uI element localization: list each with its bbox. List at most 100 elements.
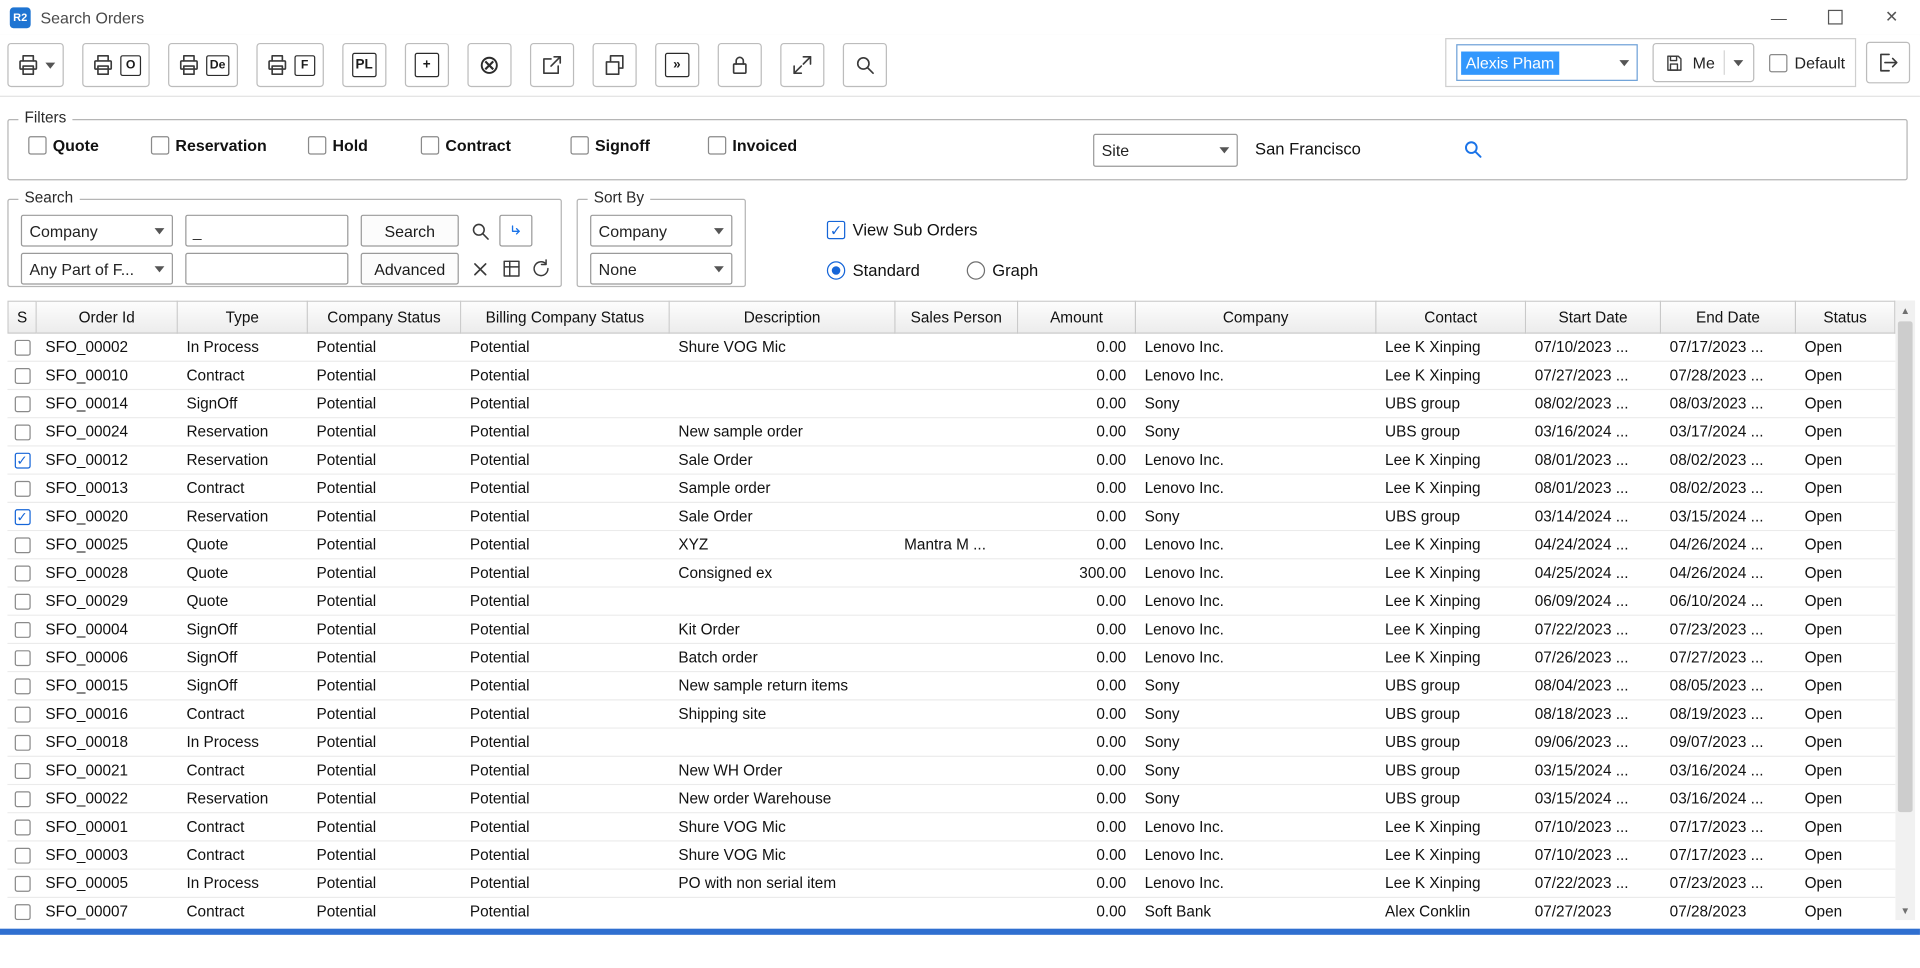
table-row[interactable]: SFO_00002In ProcessPotentialPotentialShu… <box>7 334 1895 362</box>
row-checkbox[interactable] <box>14 762 30 778</box>
row-checkbox[interactable] <box>14 706 30 722</box>
table-row[interactable]: SFO_00018In ProcessPotentialPotential0.0… <box>7 729 1895 757</box>
expand-button[interactable] <box>780 43 824 87</box>
column-header-contact[interactable]: Contact <box>1376 301 1526 334</box>
sort-primary-select[interactable]: Company <box>590 215 732 247</box>
table-row[interactable]: SFO_00007ContractPotentialPotential0.00S… <box>7 898 1895 920</box>
table-row[interactable]: SFO_00025QuotePotentialPotentialXYZMantr… <box>7 531 1895 559</box>
column-header-billing-company-status[interactable]: Billing Company Status <box>461 301 670 334</box>
row-checkbox[interactable]: ✓ <box>14 509 30 525</box>
row-checkbox[interactable]: ✓ <box>14 452 30 468</box>
column-header-company[interactable]: Company <box>1136 301 1376 334</box>
column-header-company-status[interactable]: Company Status <box>308 301 461 334</box>
filter-signoff[interactable]: Signoff <box>570 136 707 154</box>
scroll-up-arrow-icon[interactable]: ▲ <box>1895 301 1915 321</box>
row-checkbox[interactable] <box>14 593 30 609</box>
scroll-down-arrow-icon[interactable]: ▼ <box>1895 900 1915 920</box>
row-checkbox[interactable] <box>14 565 30 581</box>
row-checkbox[interactable] <box>14 537 30 553</box>
column-header-start-date[interactable]: Start Date <box>1526 301 1661 334</box>
cancel-order-button[interactable]: ⊗ <box>467 43 511 87</box>
clear-button[interactable] <box>465 254 494 283</box>
search-input-2[interactable] <box>185 253 348 285</box>
row-checkbox[interactable] <box>14 904 30 920</box>
site-select[interactable]: Site <box>1093 134 1238 167</box>
print-detail-button[interactable]: De <box>168 43 238 87</box>
go-button[interactable] <box>499 215 532 247</box>
table-row[interactable]: SFO_00005In ProcessPotentialPotentialPO … <box>7 870 1895 898</box>
standard-radio[interactable]: Standard <box>827 261 920 279</box>
site-search-button[interactable] <box>1461 137 1484 160</box>
lock-button[interactable] <box>717 43 761 87</box>
add-button[interactable]: + <box>405 43 449 87</box>
advanced-button[interactable]: Advanced <box>361 253 459 285</box>
column-header-amount[interactable]: Amount <box>1018 301 1136 334</box>
table-row[interactable]: SFO_00013ContractPotentialPotentialSampl… <box>7 475 1895 503</box>
layout-button[interactable] <box>497 254 526 283</box>
row-checkbox[interactable] <box>14 678 30 694</box>
column-header-order-id[interactable]: Order Id <box>37 301 178 334</box>
close-button[interactable]: ✕ <box>1864 0 1920 34</box>
filter-hold[interactable]: Hold <box>308 136 421 154</box>
row-checkbox[interactable] <box>14 621 30 637</box>
filter-invoiced[interactable]: Invoiced <box>708 136 843 154</box>
table-row[interactable]: ✓SFO_00020ReservationPotentialPotentialS… <box>7 503 1895 531</box>
packing-list-button[interactable]: PL <box>342 43 386 87</box>
table-row[interactable]: SFO_00016ContractPotentialPotentialShipp… <box>7 701 1895 729</box>
column-header-type[interactable]: Type <box>178 301 308 334</box>
filter-contract[interactable]: Contract <box>421 136 571 154</box>
row-checkbox[interactable] <box>14 396 30 412</box>
column-header-description[interactable]: Description <box>670 301 896 334</box>
row-checkbox[interactable] <box>14 480 30 496</box>
search-button[interactable]: Search <box>361 215 459 247</box>
search-input[interactable] <box>185 215 348 247</box>
row-checkbox[interactable] <box>14 424 30 440</box>
maximize-button[interactable] <box>1807 0 1863 34</box>
table-row[interactable]: SFO_00028QuotePotentialPotentialConsigne… <box>7 559 1895 587</box>
table-row[interactable]: SFO_00010ContractPotentialPotential0.00L… <box>7 362 1895 390</box>
column-header-select[interactable]: S <box>7 301 36 334</box>
default-checkbox[interactable]: Default <box>1769 53 1845 71</box>
row-checkbox[interactable] <box>14 734 30 750</box>
column-header-end-date[interactable]: End Date <box>1661 301 1796 334</box>
save-view-me-button[interactable]: Me <box>1652 43 1754 82</box>
table-row[interactable]: SFO_00021ContractPotentialPotentialNew W… <box>7 757 1895 785</box>
user-select[interactable]: Alexis Pham <box>1456 44 1638 81</box>
copy-button[interactable] <box>592 43 636 87</box>
table-row[interactable]: SFO_00015SignOffPotentialPotentialNew sa… <box>7 672 1895 700</box>
print-button[interactable] <box>7 43 63 87</box>
table-row[interactable]: SFO_00004SignOffPotentialPotentialKit Or… <box>7 616 1895 644</box>
column-header-sales-person[interactable]: Sales Person <box>896 301 1019 334</box>
print-order-button[interactable]: O <box>82 43 149 87</box>
forward-button[interactable]: » <box>655 43 699 87</box>
table-row[interactable]: SFO_00029QuotePotentialPotential0.00Leno… <box>7 588 1895 616</box>
row-checkbox[interactable] <box>14 875 30 891</box>
row-checkbox[interactable] <box>14 819 30 835</box>
view-sub-orders-checkbox[interactable]: ✓ View Sub Orders <box>827 221 978 239</box>
refresh-button[interactable] <box>526 254 555 283</box>
row-checkbox[interactable] <box>14 791 30 807</box>
table-row[interactable]: SFO_00001ContractPotentialPotentialShure… <box>7 813 1895 841</box>
sort-secondary-select[interactable]: None <box>590 253 732 285</box>
row-checkbox[interactable] <box>14 367 30 383</box>
table-row[interactable]: SFO_00014SignOffPotentialPotential0.00So… <box>7 390 1895 418</box>
open-order-button[interactable] <box>530 43 574 87</box>
graph-radio[interactable]: Graph <box>966 261 1038 279</box>
row-checkbox[interactable] <box>14 650 30 666</box>
search-field-select[interactable]: Company <box>21 215 173 247</box>
filter-reservation[interactable]: Reservation <box>151 136 308 154</box>
scrollbar-thumb[interactable] <box>1898 321 1913 812</box>
vertical-scrollbar[interactable]: ▲ ▼ <box>1895 301 1915 921</box>
exit-button[interactable] <box>1866 42 1910 84</box>
table-row[interactable]: SFO_00022ReservationPotentialPotentialNe… <box>7 785 1895 813</box>
table-row[interactable]: SFO_00006SignOffPotentialPotentialBatch … <box>7 644 1895 672</box>
print-form-button[interactable]: F <box>256 43 323 87</box>
search-person-button[interactable] <box>843 43 887 87</box>
row-checkbox[interactable] <box>14 847 30 863</box>
table-row[interactable]: SFO_00024ReservationPotentialPotentialNe… <box>7 418 1895 446</box>
minimize-button[interactable]: — <box>1751 0 1807 34</box>
search-match-select[interactable]: Any Part of F... <box>21 253 173 285</box>
row-checkbox[interactable] <box>14 339 30 355</box>
column-header-status[interactable]: Status <box>1796 301 1895 334</box>
table-row[interactable]: SFO_00003ContractPotentialPotentialShure… <box>7 842 1895 870</box>
